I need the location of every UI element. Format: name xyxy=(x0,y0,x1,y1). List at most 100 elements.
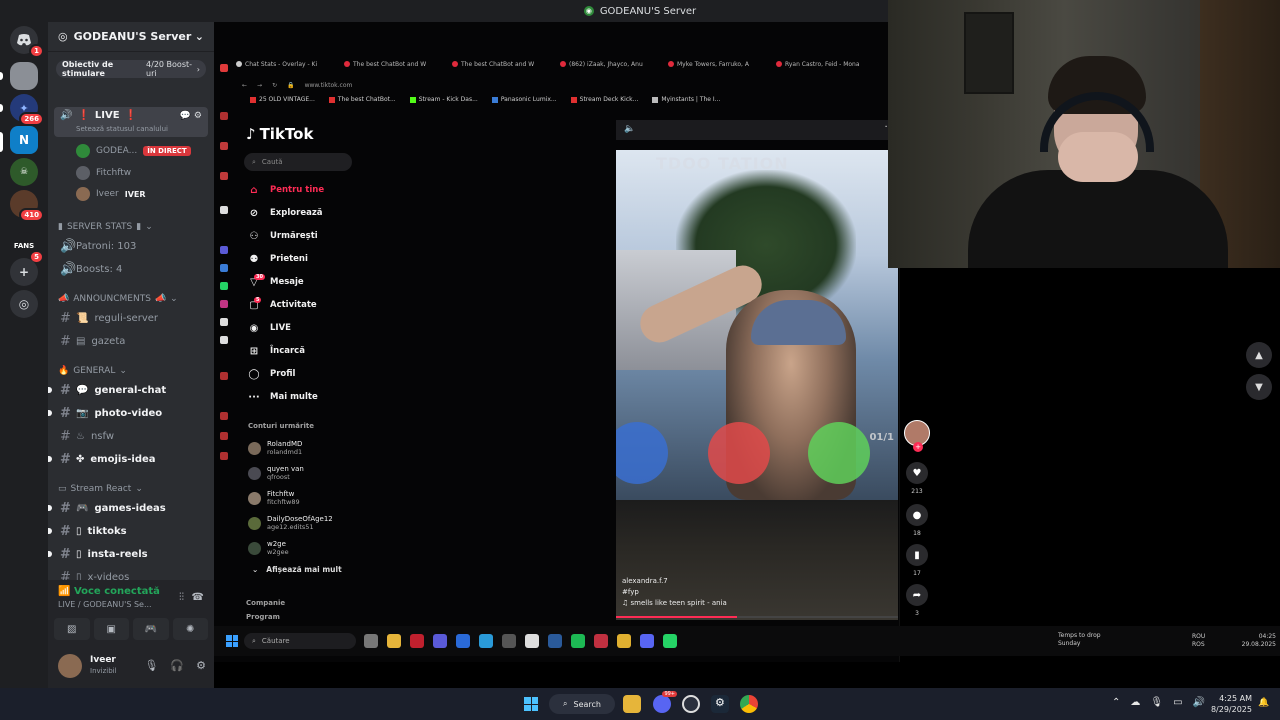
nav-friends[interactable]: ⚉ Prieteni xyxy=(248,251,308,267)
screen-share-button[interactable]: ▣ xyxy=(93,618,129,640)
channel-tiktoks[interactable]: # ▯ tiktoks xyxy=(48,521,208,541)
chat-icon[interactable]: 💬 ⚙ xyxy=(180,111,202,121)
footer-program[interactable]: Program xyxy=(246,613,280,621)
channel-nsfw[interactable]: # ♨ nsfw xyxy=(54,426,208,446)
server-header[interactable]: ◎ GODEANU'S Server ⌄ xyxy=(48,22,214,52)
bookmark[interactable]: Myinstants | The I... xyxy=(652,96,720,108)
nav-upload[interactable]: ⊞ Încarcă xyxy=(248,343,305,359)
video-author[interactable]: alexandra.f.7 xyxy=(622,576,727,587)
browser-tab[interactable]: The best ChatBot and W xyxy=(452,56,552,72)
category-stream-react[interactable]: ▭ Stream React ⌄ xyxy=(58,484,143,494)
soundboard-icon[interactable]: ⫶⫶ xyxy=(179,592,184,603)
taskbar-search[interactable]: ⌕ Search xyxy=(549,694,615,714)
followed-account[interactable]: Fitchftw fitchftw89 xyxy=(248,488,300,508)
nav-for-you[interactable]: ⌂ Pentru tine xyxy=(248,182,324,198)
file-explorer-icon[interactable] xyxy=(623,695,641,713)
voice-channel-live[interactable]: 🔊 ❗ LIVE ❗ Setează statusul canalului 💬 ⚙ xyxy=(54,107,208,137)
voice-member[interactable]: Iveer IVER xyxy=(76,185,146,203)
url-text[interactable]: www.tiktok.com xyxy=(305,82,353,89)
channel-status[interactable]: Setează statusul canalului xyxy=(76,125,168,133)
volume-icon[interactable]: 🔊 xyxy=(1193,697,1205,708)
bookmark[interactable]: Panasonic Lumix... xyxy=(491,96,557,108)
chevron-up-icon[interactable]: ⌃ xyxy=(1112,697,1120,708)
share-icon[interactable]: ➦ xyxy=(906,584,928,606)
network-off-icon[interactable]: ☁ xyxy=(1130,697,1140,708)
disconnect-icon[interactable]: ☎ xyxy=(192,592,204,603)
channel-reguli-server[interactable]: # 📜 reguli-server xyxy=(54,308,208,328)
nav-activity[interactable]: ▢ 5 Activitate xyxy=(248,296,317,313)
category-announcements[interactable]: 📣 ANNOUNCMENTS 📣 ⌄ xyxy=(58,294,178,304)
tiktok-logo[interactable]: ♪ TikTok xyxy=(246,125,313,143)
steam-icon[interactable]: ⚙ xyxy=(711,695,729,713)
camera-off-button[interactable]: ▨ xyxy=(54,618,90,640)
channel-insta-reels[interactable]: # ▯ insta-reels xyxy=(48,544,208,564)
browser-tab[interactable]: The best ChatBot and W xyxy=(344,56,444,72)
footer-company[interactable]: Companie xyxy=(246,599,285,607)
display-icon[interactable]: ▭ xyxy=(1173,697,1182,708)
add-server-icon[interactable]: + xyxy=(10,258,38,286)
server-icon-4[interactable]: 410 xyxy=(10,190,44,222)
discord-icon[interactable]: 99+ xyxy=(653,691,677,713)
voice-channel-link[interactable]: LIVE / GODEANU'S Se... xyxy=(58,600,178,609)
headphones-icon[interactable]: 🎧 xyxy=(170,659,184,672)
show-more-link[interactable]: ⌄ Afișează mai mult xyxy=(252,565,342,574)
scroll-down-button[interactable]: ▼ xyxy=(1246,374,1272,400)
reload-icon[interactable]: ↻ xyxy=(272,82,277,89)
video-tag[interactable]: #fyp xyxy=(622,587,727,598)
nav-following[interactable]: ⚇ Urmărești xyxy=(248,228,318,244)
activity-button[interactable]: 🎮 xyxy=(133,618,169,640)
stat-channel[interactable]: 🔊 Boosts: 4 xyxy=(54,259,208,279)
nav-more[interactable]: ··· Mai multe xyxy=(248,389,317,405)
stat-channel[interactable]: 🔊 Patroni: 103 xyxy=(54,236,208,256)
server-icon-1[interactable] xyxy=(10,62,38,90)
forward-icon[interactable]: → xyxy=(257,82,262,89)
browser-tab[interactable]: Ryan Castro, Feid - Mona xyxy=(776,56,876,72)
bookmark[interactable]: Stream - Kick Das... xyxy=(409,96,478,108)
video-sound[interactable]: ♫ smells like teen spirit - ania xyxy=(622,598,727,609)
followed-account[interactable]: w2ge w2gee xyxy=(248,538,289,558)
avatar[interactable] xyxy=(58,654,82,678)
tiktok-video[interactable]: TDOO TATION 01/1 xyxy=(616,150,898,620)
follow-plus-icon[interactable]: + xyxy=(913,442,923,452)
microphone-icon[interactable]: 🎙 xyxy=(144,659,158,672)
channel-emojis-idea[interactable]: # ✤ emojis-idea xyxy=(48,449,208,469)
followed-account[interactable]: RolandMD rolandmd1 xyxy=(248,438,302,458)
server-icon-3[interactable]: ☠ xyxy=(10,158,38,186)
followed-account[interactable]: DailyDoseOfAge12 age12.edits51 xyxy=(248,513,333,533)
nav-messages[interactable]: ▽ 30 Mesaje xyxy=(248,273,304,290)
nav-explore[interactable]: ⊘ Explorează xyxy=(248,205,323,221)
browser-tab[interactable]: Myke Towers, Farruko, A xyxy=(668,56,768,72)
chrome-icon[interactable] xyxy=(740,695,758,713)
voice-member[interactable]: GODEA... ÎN DIRECT xyxy=(76,142,191,160)
bookmark[interactable]: 25 OLD VINTAGE... xyxy=(250,96,315,108)
voice-member[interactable]: Fitchftw xyxy=(76,164,131,182)
bookmark[interactable]: Stream Deck Kick... xyxy=(570,96,638,108)
browser-tab[interactable]: Chat Stats - Overlay - Ki xyxy=(236,56,336,72)
obs-icon[interactable] xyxy=(682,695,700,713)
browser-tab[interactable]: (862) iZaak, Jhayco, Anu xyxy=(560,56,660,72)
windows-start-icon[interactable] xyxy=(524,697,538,711)
back-icon[interactable]: ← xyxy=(242,82,247,89)
category-stats[interactable]: ▮ SERVER STATS ▮ ⌄ xyxy=(58,222,153,232)
taskbar-clock[interactable]: 4:25 AM 8/29/2025 xyxy=(1206,693,1252,715)
bookmark-icon[interactable]: ▮ xyxy=(906,544,928,566)
channel-photo-video[interactable]: # 📷 photo-video xyxy=(48,403,208,423)
scroll-up-button[interactable]: ▲ xyxy=(1246,342,1272,368)
server-icon-2[interactable]: ✦ 266 xyxy=(10,94,44,126)
video-progress[interactable] xyxy=(616,616,898,618)
channel-general-chat[interactable]: # 💬 general-chat xyxy=(48,380,208,400)
followed-account[interactable]: quyen van qfroost xyxy=(248,463,304,483)
notification-icon[interactable]: 🔔 xyxy=(1258,698,1269,708)
channel-gazeta[interactable]: # ▤ gazeta xyxy=(54,331,208,351)
effects-button[interactable]: ✺ xyxy=(172,618,208,640)
nav-profile[interactable]: ◯ Profil xyxy=(248,366,295,382)
category-general[interactable]: 🔥 GENERAL ⌄ xyxy=(58,366,127,376)
server-icon-n[interactable]: N xyxy=(10,126,38,154)
volume-icon[interactable]: 🔈 xyxy=(624,124,635,134)
microphone-icon[interactable]: 🎙 xyxy=(1150,697,1163,708)
comment-icon[interactable]: ● xyxy=(906,504,928,526)
address-bar[interactable]: ← → ↻ 🔒 www.tiktok.com xyxy=(236,78,886,92)
bookmark[interactable]: The best ChatBot... xyxy=(328,96,396,108)
explore-icon[interactable]: ◎ xyxy=(10,290,38,318)
server-icon-fans[interactable]: FANS 5 xyxy=(10,232,44,264)
